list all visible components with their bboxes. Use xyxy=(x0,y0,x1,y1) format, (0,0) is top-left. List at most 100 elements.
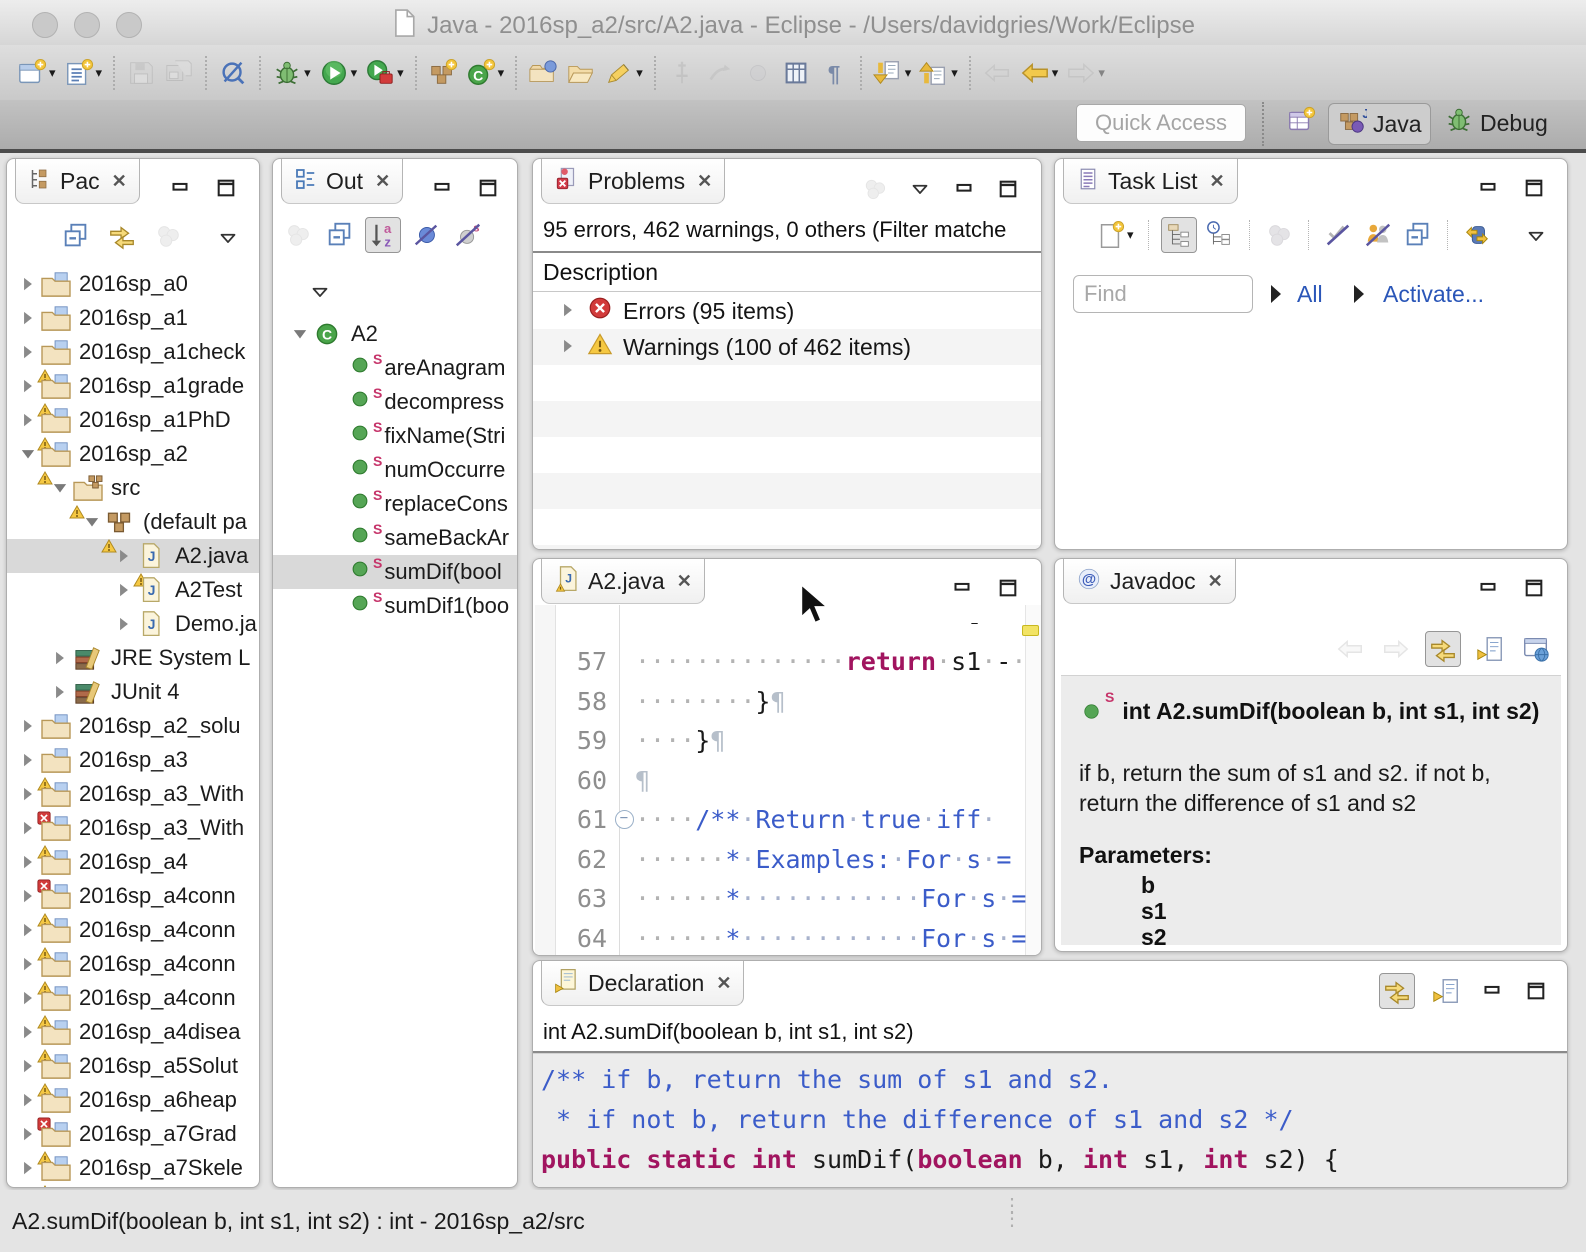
close-icon[interactable]: ✕ xyxy=(716,973,731,994)
tab-declaration[interactable]: Declaration ✕ xyxy=(541,961,744,1006)
minimize-icon[interactable] xyxy=(165,173,195,203)
tree-item-2016sp-a3[interactable]: 2016sp_a3 xyxy=(7,743,259,777)
tree-item--default-pa[interactable]: (default pa xyxy=(7,505,259,539)
tab-task-list[interactable]: Task List ✕ xyxy=(1063,159,1238,204)
outline-method-areanagram[interactable]: SareAnagram xyxy=(273,351,517,385)
outline-method-decompress[interactable]: Sdecompress xyxy=(273,385,517,419)
close-icon[interactable]: ✕ xyxy=(1208,571,1223,592)
hide-private-icon[interactable] xyxy=(1361,218,1395,252)
tab-javadoc[interactable]: @ Javadoc ✕ xyxy=(1063,559,1236,604)
pin-icon[interactable] xyxy=(663,56,701,90)
minimize-icon[interactable] xyxy=(1477,976,1507,1006)
debug-icon[interactable]: ▾ xyxy=(268,56,315,90)
save-icon[interactable] xyxy=(122,56,160,90)
link-with-editor-icon[interactable] xyxy=(1425,631,1461,667)
close-icon[interactable]: ✕ xyxy=(112,171,127,192)
declaration-source[interactable]: /** if b, return the sum of s1 and s2. *… xyxy=(533,1053,1567,1187)
chevron-right-icon[interactable] xyxy=(559,298,577,325)
open-input-icon[interactable] xyxy=(1429,974,1463,1008)
pilcrow-icon[interactable]: ¶ xyxy=(815,56,853,90)
debug-perspective-button[interactable]: Debug xyxy=(1436,103,1556,143)
maximize-icon[interactable] xyxy=(993,174,1023,204)
tree-item-2016sp-a4[interactable]: 2016sp_a4 xyxy=(7,845,259,879)
code-line-63[interactable]: 63······*············For·s·= xyxy=(533,879,1026,919)
prev-annotation-icon[interactable]: ▾ xyxy=(915,56,962,90)
collapse-all-icon[interactable] xyxy=(323,218,357,252)
tree-item-2016sp-a2[interactable]: 2016sp_a2 xyxy=(7,437,259,471)
focus-on-task-icon[interactable] xyxy=(151,219,185,253)
tree-item-2016sp-a4conn[interactable]: 2016sp_a4conn xyxy=(7,913,259,947)
code-line-60[interactable]: 60¶ xyxy=(533,761,1026,801)
new-wizard-icon[interactable]: ▾ xyxy=(13,56,60,90)
overview-ruler[interactable] xyxy=(1025,605,1041,955)
chevron-right-icon[interactable] xyxy=(15,751,41,769)
new-menu-icon[interactable]: ▾ xyxy=(60,56,107,90)
focus-on-task-icon[interactable] xyxy=(281,218,315,252)
last-edit-icon[interactable] xyxy=(978,56,1016,90)
problems-row-warnings[interactable]: Warnings (100 of 462 items) xyxy=(533,329,1041,365)
chevron-right-icon[interactable] xyxy=(15,717,41,735)
next-annotation-icon[interactable]: ▾ xyxy=(869,56,916,90)
collapse-all-icon[interactable] xyxy=(1401,218,1435,252)
collapse-all-icon[interactable] xyxy=(59,219,93,253)
tree-item-2016sp-a7skele[interactable]: 2016sp_a7Skele xyxy=(7,1151,259,1185)
view-menu-icon[interactable] xyxy=(905,174,935,204)
maximize-icon[interactable] xyxy=(473,173,503,203)
code-line-64[interactable]: 64······*············For·s·= xyxy=(533,919,1026,956)
expand-all-icon[interactable] xyxy=(1267,283,1285,310)
maximize-icon[interactable] xyxy=(211,173,241,203)
back-icon[interactable] xyxy=(1333,632,1367,666)
maximize-icon[interactable] xyxy=(993,573,1023,603)
focus-on-task-icon[interactable] xyxy=(859,173,891,205)
tree-item-junit-4[interactable]: JUnit 4 xyxy=(7,675,259,709)
forward-icon[interactable]: ▾ xyxy=(1062,56,1109,90)
view-menu-icon[interactable] xyxy=(1521,221,1551,251)
promote-icon[interactable] xyxy=(701,56,739,90)
chevron-right-icon[interactable] xyxy=(47,649,73,667)
open-type-icon[interactable] xyxy=(524,56,562,90)
open-resource-icon[interactable] xyxy=(562,56,600,90)
view-menu-icon[interactable] xyxy=(305,277,335,307)
tree-item-2016sp-a4conn[interactable]: 2016sp_a4conn xyxy=(7,879,259,913)
tree-item-2016sp-a4conn[interactable]: 2016sp_a4conn xyxy=(7,981,259,1015)
focus-on-workweek-icon[interactable] xyxy=(1262,218,1296,252)
outline-method-replacecons[interactable]: SreplaceCons xyxy=(273,487,517,521)
tree-item-2016sp-a3-with[interactable]: 2016sp_a3_With xyxy=(7,777,259,811)
outline-method-numoccurre[interactable]: SnumOccurre xyxy=(273,453,517,487)
code-line-57[interactable]: 57··············return·s1·-· xyxy=(533,642,1026,682)
tree-item-2016sp-a5solut[interactable]: 2016sp_a5Solut xyxy=(7,1049,259,1083)
chevron-right-icon[interactable] xyxy=(47,683,73,701)
ball-icon[interactable] xyxy=(739,56,777,90)
tree-item-2016sp-a1grade[interactable]: 2016sp_a1grade xyxy=(7,369,259,403)
maximize-icon[interactable] xyxy=(1519,573,1549,603)
tree-item-2016sp-a4disea[interactable]: 2016sp_a4disea xyxy=(7,1015,259,1049)
hide-static-members-icon[interactable]: s xyxy=(451,218,485,252)
open-perspective-button[interactable] xyxy=(1278,103,1324,143)
tree-item-2016sp-a1[interactable]: 2016sp_a1 xyxy=(7,301,259,335)
tree-item-2016sp-a0[interactable]: 2016sp_a0 xyxy=(7,267,259,301)
minimize-icon[interactable] xyxy=(427,173,457,203)
close-icon[interactable]: ✕ xyxy=(697,171,712,192)
chevron-right-icon[interactable] xyxy=(15,275,41,293)
tree-item-2016sp-a1phd[interactable]: 2016sp_a1PhD xyxy=(7,403,259,437)
code-line-58[interactable]: 58········}¶ xyxy=(533,682,1026,722)
code-line-62[interactable]: 62······*·Examples:·For·s·= xyxy=(533,840,1026,880)
link-with-editor-icon[interactable] xyxy=(105,219,139,253)
quick-access-input[interactable]: Quick Access xyxy=(1076,104,1246,142)
tree-item-jre-system-l[interactable]: JRE System L xyxy=(7,641,259,675)
tab-outline[interactable]: Out ✕ xyxy=(281,159,403,204)
minimize-icon[interactable] xyxy=(1473,573,1503,603)
tree-item-2016sp-a7grad[interactable]: 2016sp_a7Grad xyxy=(7,1117,259,1151)
outline-class-a2[interactable]: CA2 xyxy=(273,317,517,351)
close-icon[interactable]: ✕ xyxy=(375,171,390,192)
run-icon[interactable]: ▾ xyxy=(315,56,362,90)
tab-package-explorer[interactable]: Pac ✕ xyxy=(15,159,140,204)
new-class-icon[interactable]: C▾ xyxy=(462,56,509,90)
code-line-59[interactable]: 59····}¶ xyxy=(533,721,1026,761)
minimize-icon[interactable] xyxy=(949,174,979,204)
link-with-editor-icon[interactable] xyxy=(1379,973,1415,1009)
close-icon[interactable]: ✕ xyxy=(1209,171,1224,192)
problems-column-header[interactable]: Description xyxy=(543,259,658,286)
tab-problems[interactable]: Problems ✕ xyxy=(541,159,725,204)
back-icon[interactable]: ▾ xyxy=(1016,56,1063,90)
